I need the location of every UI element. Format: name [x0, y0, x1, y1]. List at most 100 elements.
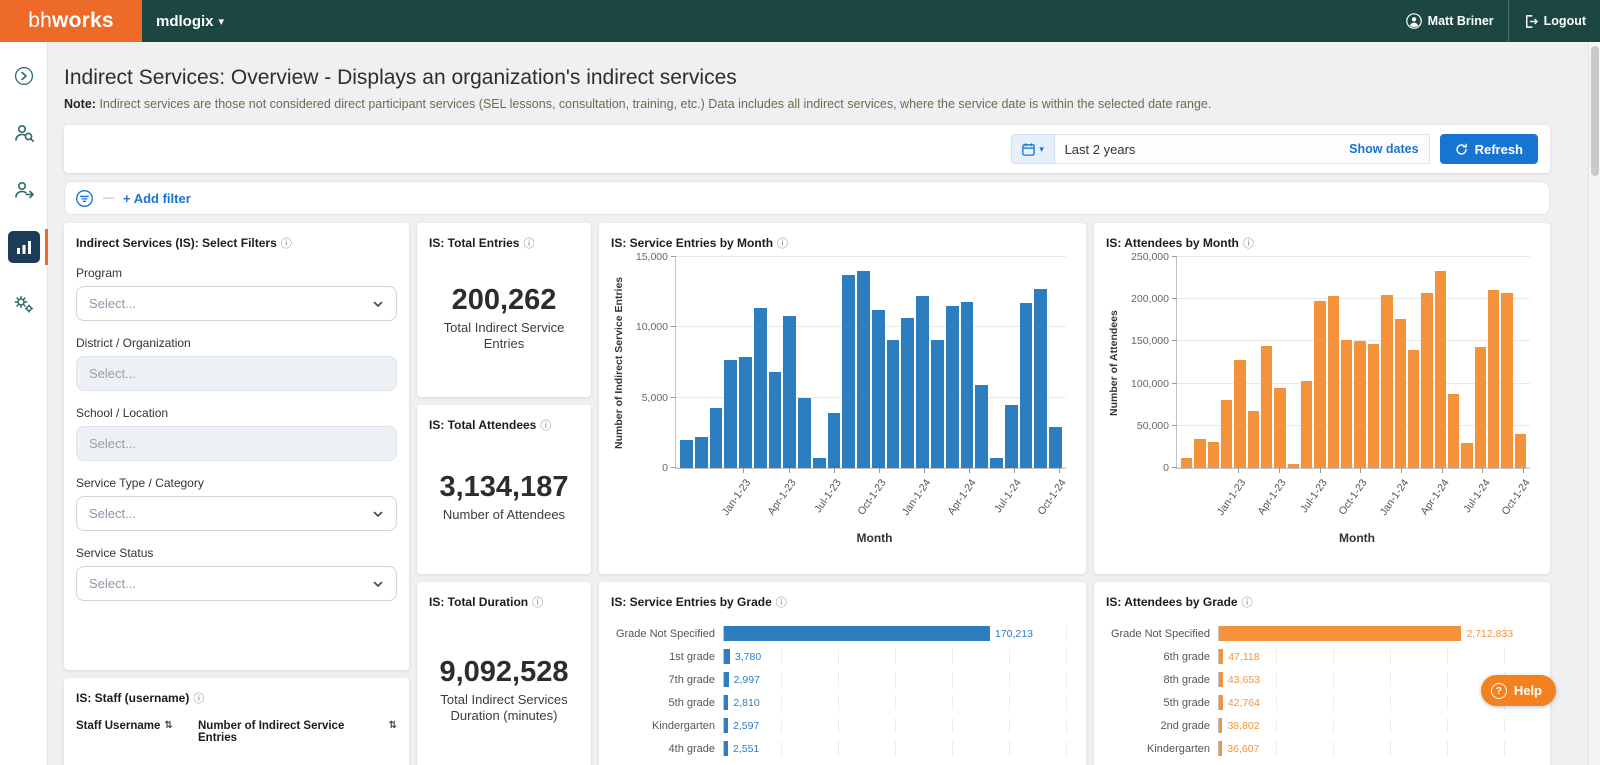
- top-navbar: bh works mdlogix ▾ Matt Briner Logout: [0, 0, 1600, 42]
- bar-Jan-1-24: [1394, 319, 1406, 468]
- bar-value: 43,653: [1227, 673, 1261, 686]
- grade-row: 5th grade 42,764: [1106, 691, 1538, 714]
- calendar-dropdown-button[interactable]: ▾: [1010, 134, 1055, 164]
- info-icon[interactable]: ⓘ: [532, 597, 543, 609]
- total-duration-value: 9,092,528: [439, 655, 569, 688]
- attendees-by-grade-chart: Grade Not Specified 2,712,833 6th grade 47,…: [1106, 622, 1538, 760]
- chevron-right-circle-icon: [14, 66, 34, 86]
- info-icon[interactable]: ⓘ: [777, 238, 788, 250]
- sort-icon: ⇅: [164, 720, 173, 731]
- bar-track: 38,802: [1218, 718, 1538, 733]
- bar-Nov-1-23: [1367, 343, 1380, 468]
- gears-icon: [12, 292, 36, 316]
- total-attendees-card: IS: Total Attendees ⓘ 3,134,187 Number of…: [417, 405, 591, 574]
- bar-Oct-1-23: [1354, 341, 1366, 468]
- bar-value: 36,607: [1227, 742, 1260, 755]
- x-axis-label: Month: [856, 531, 893, 545]
- stats-column: IS: Total Entries ⓘ 200,262 Total Indirec…: [417, 223, 591, 765]
- total-attendees-value: 3,134,187: [439, 471, 569, 504]
- bar-Nov-1-23: [886, 340, 900, 468]
- district-organization-input[interactable]: [76, 356, 397, 391]
- bar-value: 47,118: [1228, 650, 1260, 663]
- person-arrow-icon: [13, 179, 35, 201]
- bar-Apr-1-23: [783, 316, 797, 468]
- sidebar-item-reports[interactable]: [7, 229, 48, 265]
- service-status-select[interactable]: Select...: [76, 566, 397, 601]
- bar-track: 3,780: [723, 649, 1074, 664]
- bar-value: 3,780: [734, 650, 762, 663]
- refresh-button[interactable]: Refresh: [1439, 134, 1538, 164]
- grade-row: 7th grade 2,997: [611, 668, 1074, 691]
- add-filter-button[interactable]: + Add filter: [123, 191, 191, 206]
- bar-Jun-1-24: [1461, 442, 1473, 468]
- info-icon[interactable]: ⓘ: [193, 693, 204, 705]
- bar-Nov-1-22: [1207, 441, 1220, 468]
- info-icon[interactable]: ⓘ: [540, 420, 551, 432]
- y-axis-label: Number of Attendees: [1108, 310, 1120, 416]
- show-dates-link[interactable]: Show dates: [1349, 142, 1418, 156]
- y-tick-label: 50,000: [1136, 419, 1169, 432]
- y-axis-label: Number of Indirect Service Entries: [613, 276, 625, 450]
- info-icon[interactable]: ⓘ: [776, 597, 787, 609]
- school-location-input[interactable]: [76, 426, 397, 461]
- sidebar-item-referrals[interactable]: [8, 174, 40, 206]
- logout-button[interactable]: Logout: [1509, 0, 1600, 42]
- attendees-by-grade-card: IS: Attendees by Grade ⓘ Grade Not Specif…: [1094, 582, 1550, 765]
- sidebar-item-settings[interactable]: [8, 288, 40, 320]
- column-header-staff-username[interactable]: Staff Username ⇅: [76, 720, 198, 744]
- bar-Sep-1-24: [1501, 293, 1513, 468]
- grade-row: Grade Not Specified 2,712,833: [1106, 622, 1538, 645]
- grade-label: 2nd grade: [1160, 719, 1210, 732]
- y-tick-label: 0: [1163, 462, 1169, 474]
- bar-1st grade: [724, 649, 730, 664]
- column-header-entry-count[interactable]: Number of Indirect Service Entries ⇅: [198, 720, 397, 744]
- y-tick-label: 5,000: [641, 391, 668, 404]
- bar-Sep-1-23: [857, 271, 870, 468]
- grade-row: 1st grade 3,780: [611, 645, 1074, 668]
- note-label: Note:: [64, 97, 96, 111]
- scrollbar-thumb[interactable]: [1591, 46, 1599, 176]
- x-axis-label: Month: [1339, 531, 1375, 545]
- info-icon[interactable]: ⓘ: [1243, 238, 1254, 250]
- bar-Jun-1-24: [990, 458, 1003, 468]
- brand-logo[interactable]: bh works: [0, 0, 142, 42]
- service-entries-by-month-card: IS: Service Entries by Month ⓘ Number of …: [599, 223, 1086, 574]
- field-label: School / Location: [76, 406, 169, 420]
- app-menu-dropdown[interactable]: mdlogix ▾: [156, 13, 224, 30]
- total-entries-subtitle: Total Indirect Service Entries: [443, 319, 565, 351]
- chart-title: IS: Attendees by Grade: [1106, 595, 1238, 609]
- bar-Apr-1-23: [1274, 387, 1286, 468]
- date-range-field[interactable]: Last 2 years Show dates: [1054, 134, 1430, 164]
- info-icon[interactable]: ⓘ: [1242, 597, 1253, 609]
- bar-Grade Not Specified: [724, 626, 990, 641]
- info-icon[interactable]: ⓘ: [281, 238, 292, 250]
- bar-Jun-1-23: [1301, 381, 1313, 468]
- bar-Nov-1-22: [709, 407, 723, 468]
- dashboard-grid: Indirect Services (IS): Select Filters ⓘ …: [64, 223, 1550, 765]
- bar-Jul-1-24: [1004, 404, 1018, 468]
- chevron-down-icon: [373, 581, 383, 587]
- bar-Mar-1-24: [945, 306, 959, 468]
- help-button[interactable]: ? Help: [1480, 675, 1556, 706]
- sidebar-expand-button[interactable]: [8, 60, 40, 92]
- date-range-value: Last 2 years: [1064, 141, 1136, 157]
- user-icon: [1405, 13, 1422, 29]
- user-menu[interactable]: Matt Briner: [1392, 0, 1508, 42]
- chevron-down-icon: [373, 511, 383, 517]
- filter-icon[interactable]: [75, 189, 94, 208]
- brand-suffix: works: [52, 9, 114, 32]
- y-tick-label: 150,000: [1131, 335, 1169, 348]
- sidebar-item-participant-search[interactable]: [8, 117, 40, 149]
- grade-row: 6th grade 47,118: [1106, 645, 1538, 668]
- grade-row: Kindergarten 2,597: [611, 714, 1074, 737]
- info-icon[interactable]: ⓘ: [523, 238, 534, 250]
- select-filters-card: Indirect Services (IS): Select Filters ⓘ …: [64, 223, 409, 670]
- main-content: Indirect Services: Overview - Displays a…: [48, 42, 1600, 765]
- vertical-scrollbar[interactable]: [1588, 42, 1600, 765]
- chart-title: IS: Attendees by Month: [1106, 236, 1239, 250]
- program-select[interactable]: Select...: [76, 286, 397, 321]
- service-type-select[interactable]: Select...: [76, 496, 397, 531]
- bar-Jul-1-23: [827, 413, 841, 468]
- bar-track: 47,118: [1218, 649, 1538, 664]
- bar-track: 2,551: [723, 741, 1074, 756]
